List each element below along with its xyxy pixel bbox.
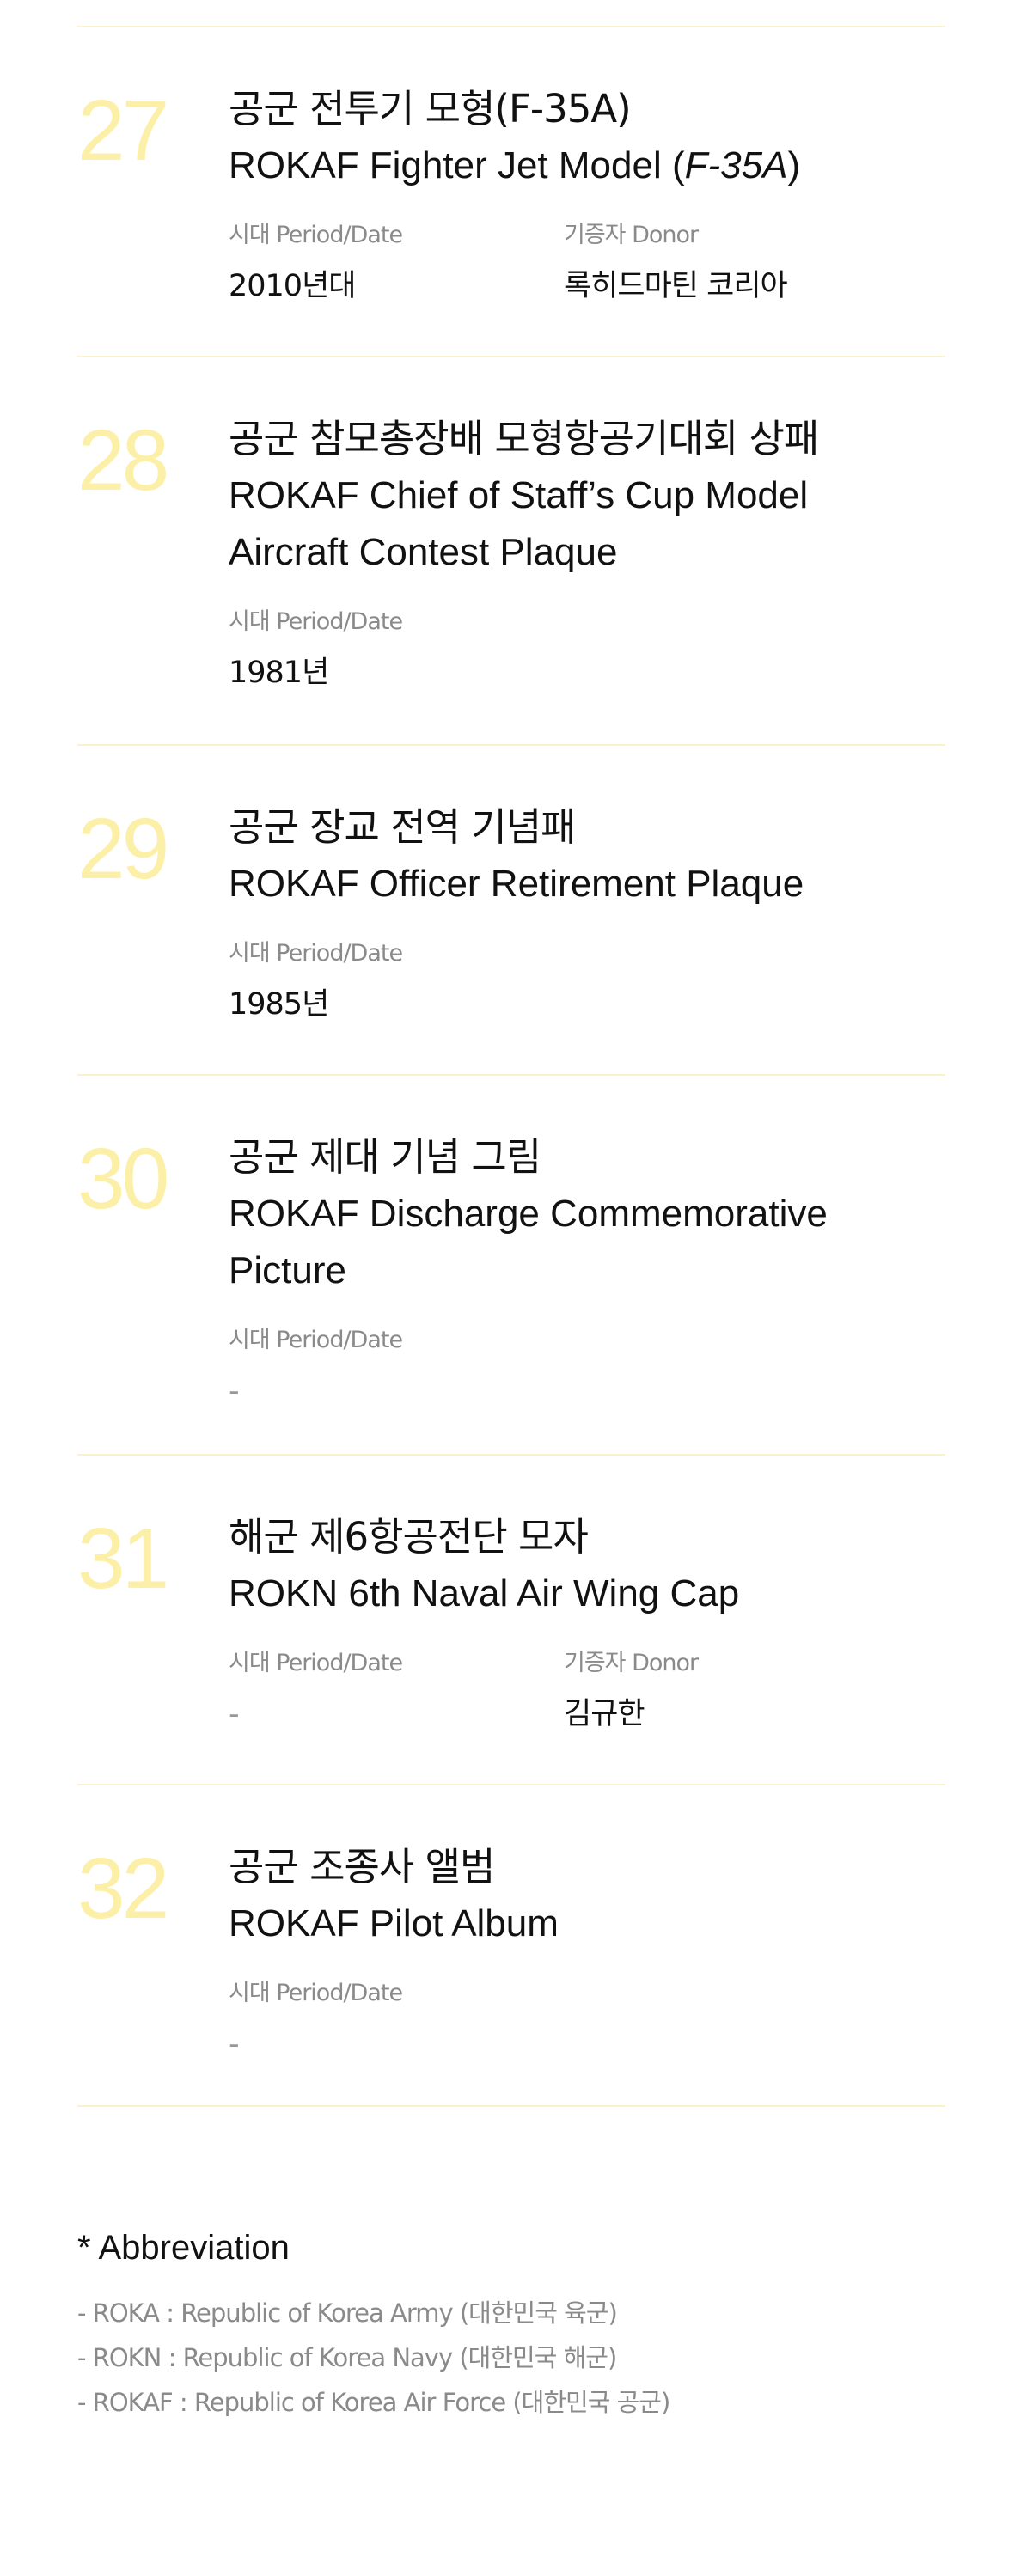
abbreviation-section: * Abbreviation - ROKA : Republic of Kore… xyxy=(77,2224,945,2425)
item-body: 공군 제대 기념 그림 ROKAF Discharge Commemorativ… xyxy=(229,1076,945,1413)
item-title-english: ROKAF Discharge Commemorative Picture xyxy=(229,1193,828,1291)
period-field: 시대 Period/Date - xyxy=(229,1978,564,2066)
period-field: 시대 Period/Date - xyxy=(229,1648,564,1736)
item-meta: 시대 Period/Date 1981년 xyxy=(229,607,945,694)
item-body: 공군 조종사 앨범 ROKAF Pilot Album 시대 Period/Da… xyxy=(229,1785,945,2066)
item-body: 해군 제6항공전단 모자 ROKN 6th Naval Air Wing Cap… xyxy=(229,1456,945,1736)
collection-list: 27 공군 전투기 모형(F-35A) ROKAF Fighter Jet Mo… xyxy=(77,26,945,2107)
item-title-korean: 해군 제6항공전단 모자 xyxy=(229,1514,589,1560)
item-number: 32 xyxy=(77,1840,169,1937)
item-body: 공군 참모총장배 모형항공기대회 상패 ROKAF Chief of Staff… xyxy=(229,357,945,694)
item-body: 공군 전투기 모형(F-35A) ROKAF Fighter Jet Model… xyxy=(229,27,945,308)
collection-item-32: 32 공군 조종사 앨범 ROKAF Pilot Album 시대 Period… xyxy=(77,1785,945,2107)
item-meta: 시대 Period/Date - 기증자 Donor 김규한 xyxy=(229,1648,945,1736)
item-title-english: ROKN 6th Naval Air Wing Cap xyxy=(229,1572,740,1615)
period-label: 시대 Period/Date xyxy=(229,1980,403,2006)
item-title-english-prefix: ROKAF Fighter Jet Model ( xyxy=(229,144,685,186)
period-value: 1985년 xyxy=(229,987,329,1022)
abbreviation-line-roka: - ROKA : Republic of Korea Army (대한민국 육군… xyxy=(77,2298,618,2328)
item-title-english-model: F-35A xyxy=(684,144,788,186)
item-title-english-suffix: ) xyxy=(787,144,801,186)
item-meta: 시대 Period/Date 2010년대 기증자 Donor 록히드마틴 코리… xyxy=(229,220,945,308)
item-title-korean: 공군 장교 전역 기념패 xyxy=(229,804,577,850)
period-field: 시대 Period/Date 1985년 xyxy=(229,938,564,1026)
period-value: - xyxy=(229,2027,240,2061)
item-number: 30 xyxy=(77,1131,169,1227)
period-field: 시대 Period/Date 2010년대 xyxy=(229,220,564,308)
item-title-english: ROKAF Officer Retirement Plaque xyxy=(229,863,804,905)
donor-label: 기증자 Donor xyxy=(564,222,699,248)
item-title-korean: 공군 제대 기념 그림 xyxy=(229,1134,541,1180)
collection-item-27: 27 공군 전투기 모형(F-35A) ROKAF Fighter Jet Mo… xyxy=(77,27,945,357)
item-title-korean: 공군 전투기 모형(F-35A) xyxy=(229,86,632,131)
item-number: 29 xyxy=(77,801,169,897)
period-value: 2010년대 xyxy=(229,269,356,303)
collection-item-28: 28 공군 참모총장배 모형항공기대회 상패 ROKAF Chief of St… xyxy=(77,357,945,746)
item-title-korean: 공군 참모총장배 모형항공기대회 상패 xyxy=(229,416,819,461)
period-value: 1981년 xyxy=(229,656,329,690)
donor-field: 기증자 Donor 김규한 xyxy=(564,1648,899,1736)
period-label: 시대 Period/Date xyxy=(229,222,403,248)
donor-value: 김규한 xyxy=(564,1697,645,1731)
collection-item-30: 30 공군 제대 기념 그림 ROKAF Discharge Commemora… xyxy=(77,1076,945,1456)
donor-value: 록히드마틴 코리아 xyxy=(564,269,788,303)
period-field: 시대 Period/Date - xyxy=(229,1325,564,1413)
item-number: 31 xyxy=(77,1511,169,1607)
item-body: 공군 장교 전역 기념패 ROKAF Officer Retirement Pl… xyxy=(229,746,945,1026)
donor-field: 기증자 Donor 록히드마틴 코리아 xyxy=(564,220,899,308)
item-title-korean: 공군 조종사 앨범 xyxy=(229,1844,495,1889)
donor-label: 기증자 Donor xyxy=(564,1650,699,1676)
period-label: 시대 Period/Date xyxy=(229,1327,403,1353)
abbreviation-line-rokn: - ROKN : Republic of Korea Navy (대한민국 해군… xyxy=(77,2343,617,2372)
period-field: 시대 Period/Date 1981년 xyxy=(229,607,564,694)
item-number: 27 xyxy=(77,82,169,179)
abbreviation-line-rokaf: - ROKAF : Republic of Korea Air Force (대… xyxy=(77,2388,670,2417)
period-value: - xyxy=(229,1697,240,1731)
period-label: 시대 Period/Date xyxy=(229,608,403,635)
item-title-english: ROKAF Fighter Jet Model (F-35A) xyxy=(229,137,908,194)
item-title-english: ROKAF Chief of Staff’s Cup Model Aircraf… xyxy=(229,474,809,573)
period-value: - xyxy=(229,1374,240,1408)
item-meta: 시대 Period/Date 1985년 xyxy=(229,938,945,1026)
item-title-english: ROKAF Pilot Album xyxy=(229,1902,559,1944)
item-number: 28 xyxy=(77,412,169,509)
collection-item-29: 29 공군 장교 전역 기념패 ROKAF Officer Retirement… xyxy=(77,746,945,1076)
collection-item-31: 31 해군 제6항공전단 모자 ROKN 6th Naval Air Wing … xyxy=(77,1456,945,1785)
period-label: 시대 Period/Date xyxy=(229,1650,403,1676)
period-label: 시대 Period/Date xyxy=(229,940,403,967)
item-meta: 시대 Period/Date - xyxy=(229,1325,945,1413)
item-meta: 시대 Period/Date - xyxy=(229,1978,945,2066)
abbreviation-title: * Abbreviation xyxy=(77,2229,290,2267)
